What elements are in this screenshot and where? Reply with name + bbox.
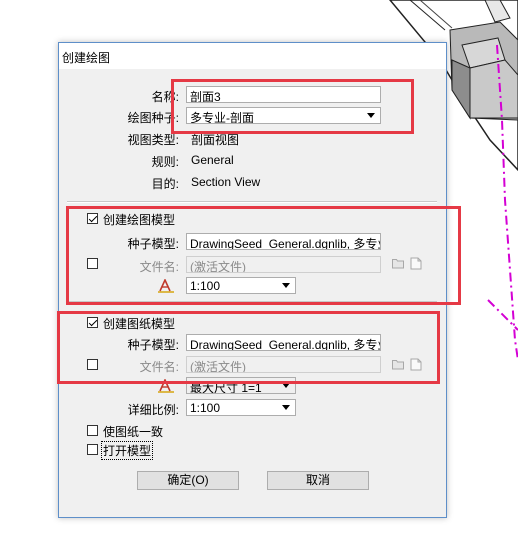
ok-button[interactable]: 确定(O) [137,471,239,490]
seed-label: 绘图种子: [127,111,179,125]
fit-sheet-label: 使图纸一致 [103,425,164,439]
view-type-label: 视图类型: [127,133,179,147]
annotation-box-sheet-model [57,311,440,384]
separator [67,201,437,203]
detail-scale-select[interactable]: 1:100 [186,399,296,416]
annotation-box-drawing-model [66,206,461,305]
name-label: 名称: [151,90,179,104]
open-model-label: 打开模型 [101,441,154,460]
dialog-title: 创建绘图 [62,51,111,65]
detail-scale-label: 详细比例: [127,403,179,417]
fit-sheet-checkbox[interactable] [87,425,98,436]
detail-scale-value: 1:100 [190,401,221,415]
chevron-down-icon [282,405,290,410]
open-model-checkbox[interactable] [87,444,98,455]
rule-label: 规则: [151,155,179,169]
annotation-box-name-seed [171,79,414,134]
purpose-label: 目的: [151,177,179,191]
cancel-button[interactable]: 取消 [267,471,369,490]
title-bar: 创建绘图 [59,43,446,69]
purpose-value: Section View [191,175,261,189]
rule-value: General [191,153,234,167]
